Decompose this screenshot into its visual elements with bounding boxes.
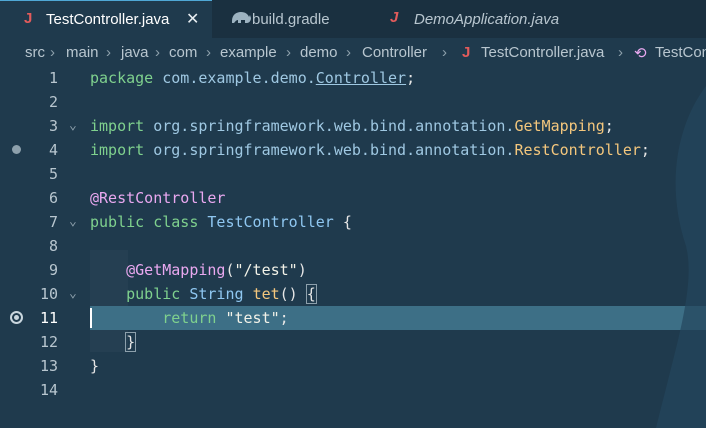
code-text: }	[90, 357, 100, 375]
code-line: 14	[0, 378, 706, 402]
line-number: 8	[48, 237, 58, 255]
code-text: import org.springframework.web.bind.anno…	[90, 117, 614, 135]
line-number: 14	[39, 381, 58, 399]
code-line: 9 @GetMapping("/test")	[0, 258, 706, 282]
code-text: import org.springframework.web.bind.anno…	[90, 141, 650, 159]
chevron-right-icon: ›	[206, 44, 211, 61]
code-line: 6 @RestController	[0, 186, 706, 210]
line-number: 4	[48, 141, 58, 159]
code-text: @RestController	[90, 189, 226, 207]
code-text: package com.example.demo.Controller;	[90, 69, 416, 87]
line-number: 6	[48, 189, 58, 207]
chevron-right-icon: ›	[442, 44, 447, 61]
code-text: public String tet() {	[126, 284, 317, 304]
tab-testcontroller-java[interactable]: J TestController.java ✕	[0, 0, 212, 38]
breadcrumb-item[interactable]: TestController.java	[481, 44, 604, 61]
breadcrumb-item[interactable]: TestCon	[655, 44, 706, 61]
code-line: 8	[0, 234, 706, 258]
line-number: 5	[48, 165, 58, 183]
tab-build-gradle[interactable]: build.gradle	[212, 0, 372, 38]
code-text: return "test";	[162, 309, 289, 327]
code-line: 13 }	[0, 354, 706, 378]
line-number: 13	[39, 357, 58, 375]
background-decoration	[656, 86, 706, 428]
chevron-right-icon: ›	[155, 44, 160, 61]
code-line: 3 ⌄ import org.springframework.web.bind.…	[0, 114, 706, 138]
editor-tab-bar: J TestController.java ✕ build.gradle J D…	[0, 0, 706, 38]
breadcrumb-item[interactable]: demo	[300, 44, 338, 61]
breadcrumb-item[interactable]: example	[220, 44, 277, 61]
chevron-right-icon: ›	[106, 44, 111, 61]
java-icon: J	[462, 44, 471, 61]
breadcrumb: src › main › java › com › example › demo…	[0, 42, 706, 66]
code-line: 1 package com.example.demo.Controller;	[0, 66, 706, 90]
java-icon: J	[24, 10, 33, 27]
chevron-right-icon: ›	[346, 44, 351, 61]
code-line: 2	[0, 90, 706, 114]
class-symbol-icon: ⟲	[634, 45, 647, 62]
line-number: 1	[48, 69, 58, 87]
fold-chevron-icon[interactable]: ⌄	[69, 282, 77, 306]
java-icon: J	[390, 9, 399, 26]
line-number: 2	[48, 93, 58, 111]
breadcrumb-item[interactable]: src	[25, 44, 45, 61]
breadcrumb-item[interactable]: main	[66, 44, 99, 61]
chevron-right-icon: ›	[50, 44, 55, 61]
code-line: 7 ⌄ public class TestController {	[0, 210, 706, 234]
tab-demoapplication-java[interactable]: J DemoApplication.java	[372, 0, 706, 38]
code-editor[interactable]: 1 package com.example.demo.Controller; 2…	[0, 66, 706, 428]
line-number: 7	[48, 213, 58, 231]
tab-label: DemoApplication.java	[414, 10, 560, 28]
line-number: 12	[39, 333, 58, 351]
close-icon[interactable]: ✕	[186, 9, 199, 29]
code-line: 12 }	[0, 330, 706, 354]
tab-label: TestController.java	[46, 11, 170, 28]
breadcrumb-item[interactable]: Controller	[362, 44, 427, 61]
code-line: 4 import org.springframework.web.bind.an…	[0, 138, 706, 162]
gradle-icon	[230, 9, 252, 29]
code-line: 11 return "test";	[0, 306, 706, 330]
fold-chevron-icon[interactable]: ⌄	[69, 114, 77, 138]
code-text: }	[125, 332, 137, 352]
chevron-right-icon: ›	[286, 44, 291, 61]
breadcrumb-item[interactable]: java	[121, 44, 149, 61]
line-number: 10	[39, 285, 58, 303]
line-number: 11	[39, 309, 58, 327]
line-number: 9	[48, 261, 58, 279]
code-text: @GetMapping("/test")	[126, 261, 307, 279]
code-line: 10 ⌄ public String tet() {	[0, 282, 706, 306]
line-number: 3	[48, 117, 58, 135]
code-text: public class TestController {	[90, 213, 352, 231]
fold-chevron-icon[interactable]: ⌄	[69, 210, 77, 234]
chevron-right-icon: ›	[618, 44, 623, 61]
breadcrumb-item[interactable]: com	[169, 44, 197, 61]
code-line: 5	[0, 162, 706, 186]
tab-label: build.gradle	[252, 10, 330, 28]
